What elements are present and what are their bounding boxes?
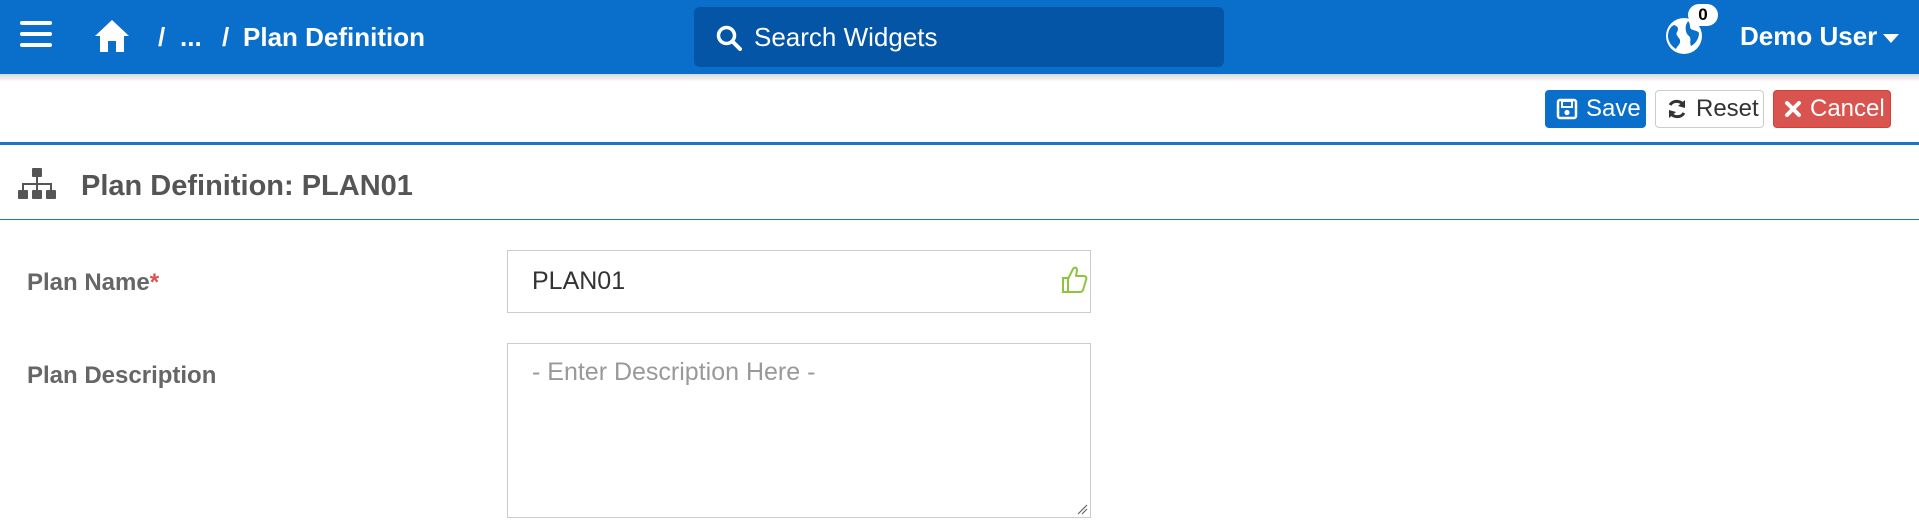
breadcrumb-ellipsis[interactable]: ... <box>180 22 202 53</box>
plan-name-input[interactable]: PLAN01 <box>507 250 1091 313</box>
plan-description-label: Plan Description <box>27 362 217 389</box>
search-icon <box>716 25 742 51</box>
plan-description-textarea[interactable]: - Enter Description Here - <box>507 343 1091 518</box>
plan-name-label-text: Plan Name <box>27 269 150 296</box>
close-icon <box>1785 101 1801 117</box>
search-widgets-input[interactable]: Search Widgets <box>694 7 1224 67</box>
sitemap-icon <box>18 168 56 199</box>
user-menu[interactable]: Demo User <box>1740 21 1900 52</box>
breadcrumb-separator: / <box>222 22 230 52</box>
breadcrumb-separator: / <box>158 22 166 52</box>
cancel-button[interactable]: Cancel <box>1773 90 1891 128</box>
reset-label: Reset <box>1696 95 1759 122</box>
notification-badge: 0 <box>1688 4 1718 26</box>
search-placeholder: Search Widgets <box>754 22 938 52</box>
top-navbar: / ... / Plan Definition Search Widgets 0… <box>0 0 1919 74</box>
home-icon[interactable] <box>93 18 131 54</box>
plan-name-value: PLAN01 <box>532 267 626 295</box>
save-label: Save <box>1586 95 1641 122</box>
required-marker: * <box>149 269 160 296</box>
refresh-icon <box>1668 99 1686 119</box>
plan-name-label: Plan Name* <box>27 269 159 297</box>
floppy-disk-icon <box>1556 98 1578 120</box>
save-button[interactable]: Save <box>1545 90 1646 128</box>
caret-down-icon <box>1883 33 1900 43</box>
resize-handle-icon[interactable] <box>1076 503 1088 515</box>
header-divider <box>0 219 1919 220</box>
toolbar-shadow <box>0 74 1919 82</box>
breadcrumb-current: Plan Definition <box>243 22 425 52</box>
page-title: Plan Definition: PLAN01 <box>81 170 413 202</box>
user-name: Demo User <box>1740 21 1878 51</box>
plan-description-placeholder: - Enter Description Here - <box>532 358 816 386</box>
menu-icon[interactable] <box>20 21 52 51</box>
section-divider <box>0 142 1919 145</box>
reset-button[interactable]: Reset <box>1655 90 1764 128</box>
thumbs-up-icon <box>1062 266 1088 293</box>
cancel-label: Cancel <box>1810 95 1885 122</box>
